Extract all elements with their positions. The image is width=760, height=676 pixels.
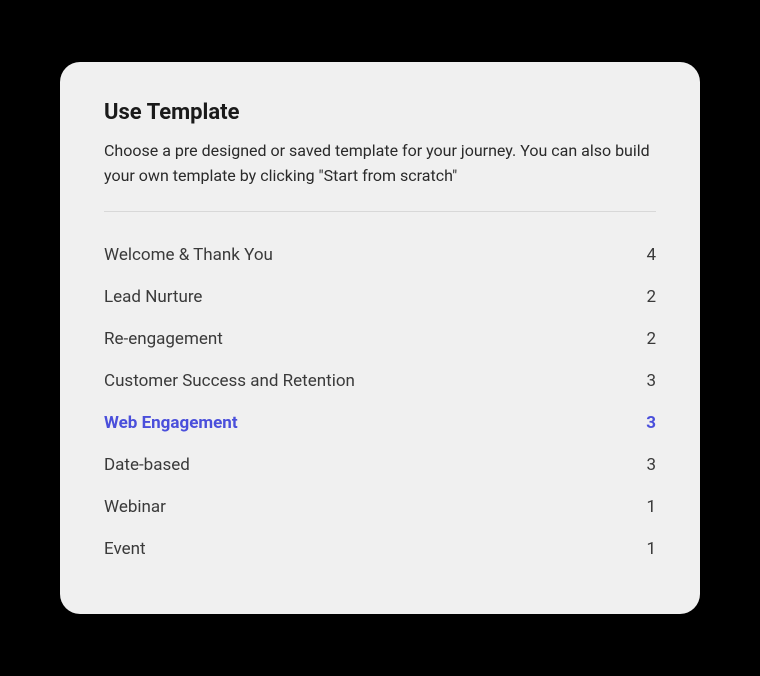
- template-category-count: 2: [646, 287, 656, 307]
- template-category-count: 4: [646, 245, 656, 265]
- template-category-count: 3: [646, 455, 656, 475]
- divider: [104, 211, 656, 212]
- template-category-label: Welcome & Thank You: [104, 245, 646, 265]
- template-category-event[interactable]: Event 1: [104, 528, 656, 570]
- template-category-label: Web Engagement: [104, 413, 646, 433]
- template-category-label: Date-based: [104, 455, 646, 475]
- template-category-label: Customer Success and Retention: [104, 371, 646, 391]
- template-category-label: Lead Nurture: [104, 287, 646, 307]
- template-category-label: Re-engagement: [104, 329, 646, 349]
- template-category-re-engagement[interactable]: Re-engagement 2: [104, 318, 656, 360]
- template-category-label: Webinar: [104, 497, 646, 517]
- template-category-count: 2: [646, 329, 656, 349]
- template-category-count: 1: [646, 539, 656, 559]
- template-category-web-engagement[interactable]: Web Engagement 3: [104, 402, 656, 444]
- modal-description: Choose a pre designed or saved template …: [104, 139, 656, 189]
- template-category-welcome-thank-you[interactable]: Welcome & Thank You 4: [104, 234, 656, 276]
- template-category-count: 3: [646, 413, 656, 433]
- template-category-webinar[interactable]: Webinar 1: [104, 486, 656, 528]
- template-category-list: Welcome & Thank You 4 Lead Nurture 2 Re-…: [104, 234, 656, 570]
- template-category-count: 1: [646, 497, 656, 517]
- template-category-customer-success[interactable]: Customer Success and Retention 3: [104, 360, 656, 402]
- template-category-date-based[interactable]: Date-based 3: [104, 444, 656, 486]
- use-template-modal: Use Template Choose a pre designed or sa…: [60, 62, 700, 614]
- template-category-label: Event: [104, 539, 646, 559]
- template-category-count: 3: [646, 371, 656, 391]
- template-category-lead-nurture[interactable]: Lead Nurture 2: [104, 276, 656, 318]
- modal-title: Use Template: [104, 100, 656, 125]
